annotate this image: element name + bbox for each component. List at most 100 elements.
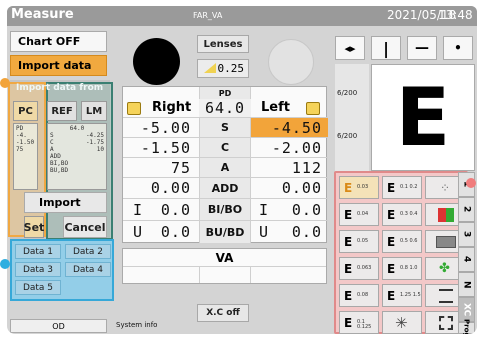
chart-button[interactable]: E 0.08 <box>339 284 379 307</box>
tab-n[interactable]: N <box>458 272 475 297</box>
right-bubd-prefix: U <box>133 223 144 241</box>
optotype-e-icon: E <box>387 289 396 303</box>
right-c-value[interactable]: -1.50 <box>123 138 199 158</box>
source-lm-button[interactable]: LM <box>81 101 107 121</box>
pd-label: PD <box>199 87 251 99</box>
left-add-value[interactable]: 0.00 <box>251 178 328 199</box>
red-green-icon <box>438 208 454 222</box>
lens-step-value[interactable]: 0.25 <box>197 59 249 78</box>
left-a-value[interactable]: 112 <box>251 158 328 178</box>
source-pc-button[interactable]: PC <box>13 101 38 121</box>
od-button[interactable]: OD <box>10 319 107 333</box>
import-data-button[interactable]: Import data <box>10 55 107 76</box>
horizontal-line-button[interactable]: — <box>407 36 437 60</box>
data-5-button[interactable]: Data 5 <box>15 280 61 295</box>
dashed-box-icon <box>439 316 453 330</box>
a-label: A <box>199 158 251 178</box>
chart-button-label: 1.25 1.5 <box>400 292 421 298</box>
optotype-e-icon: E <box>344 289 353 303</box>
annotation-marker-pink <box>466 178 476 188</box>
annotation-marker-orange <box>0 78 10 88</box>
source-ref-button[interactable]: REF <box>47 101 77 121</box>
pd-value[interactable]: 64.0 <box>199 99 251 118</box>
chart-button[interactable]: E 0.5 0.6 <box>382 230 422 253</box>
chart-button[interactable]: E 0.04 <box>339 203 379 226</box>
vertical-line-button[interactable]: | <box>371 36 401 60</box>
chart-button-label: 0.063 <box>357 265 372 271</box>
data-3-button[interactable]: Data 3 <box>15 262 61 277</box>
optotype-e-icon: E <box>344 316 353 330</box>
right-add-value[interactable]: 0.00 <box>123 178 199 199</box>
import-from-label: Import data from <box>16 83 104 93</box>
chart-button[interactable]: E 0.1 0.2 <box>382 176 422 199</box>
add-label: ADD <box>199 178 251 199</box>
tab-3[interactable]: 3 <box>458 222 475 247</box>
left-right-arrows-button[interactable]: ◂▸ <box>335 36 365 60</box>
data-1-button[interactable]: Data 1 <box>15 244 61 259</box>
dot-pattern-icon: ⁘ <box>440 181 451 195</box>
optotype-e-icon: E <box>344 235 353 249</box>
chart-button[interactable]: E 0.05 <box>339 230 379 253</box>
list-item: ADD <box>50 153 61 160</box>
left-bibo-value[interactable]: I 0.0 <box>251 199 328 221</box>
bubd-label: BU/BD <box>199 221 251 243</box>
pc-data-list: PD -4. -1.50 75 <box>13 123 38 190</box>
chart-button-label: 0.3 0.4 <box>400 211 418 217</box>
xc-off-button[interactable]: X.C off <box>197 304 249 322</box>
tab-prog[interactable]: Prog <box>458 319 475 334</box>
right-bubd-value[interactable]: U 0.0 <box>123 221 199 243</box>
list-item: BU,BD <box>50 167 69 174</box>
data-2-button[interactable]: Data 2 <box>65 244 111 259</box>
left-bubd-number: 0.0 <box>291 223 322 241</box>
right-header: Right <box>152 100 192 115</box>
chart-button[interactable]: E 0.063 <box>339 257 379 280</box>
refraction-table: PD Right 64.0 Left -5.00 S -4.50 -1.50 C… <box>122 86 328 243</box>
s-label: S <box>199 118 251 138</box>
chart-button[interactable]: E 0.3 0.4 <box>382 203 422 226</box>
left-bibo-number: 0.0 <box>291 200 322 219</box>
chart-button[interactable]: E 0.03 <box>339 176 379 199</box>
chart-button-label: 0.03 <box>357 184 369 190</box>
title-bar: Measure FAR_VA 2021/05/18 13:48 <box>7 6 477 26</box>
left-s-value[interactable]: -4.50 <box>251 118 328 138</box>
data-4-button[interactable]: Data 4 <box>65 262 111 277</box>
left-bubd-value[interactable]: U 0.0 <box>251 221 328 243</box>
acuity-label: 6/200 <box>337 89 358 97</box>
cancel-button[interactable]: Cancel <box>63 216 107 238</box>
chart-button[interactable]: ✳ <box>382 311 422 334</box>
chart-button-label: 0.8 1.0 <box>400 265 418 271</box>
chart-button[interactable]: E 0.8 1.0 <box>382 257 422 280</box>
left-eye-indicator[interactable] <box>268 39 314 85</box>
dot-button[interactable]: • <box>443 36 473 60</box>
chart-button[interactable]: E 1.25 1.5 <box>382 284 422 307</box>
optotype-e-icon: E <box>344 208 353 222</box>
tab-2[interactable]: 2 <box>458 197 475 222</box>
optotype-e-icon: E <box>344 262 353 276</box>
import-button[interactable]: Import <box>24 192 107 213</box>
right-bibo-value[interactable]: I 0.0 <box>123 199 199 221</box>
optotype-display: E <box>371 64 475 171</box>
pc-list-item: -4. <box>16 132 27 139</box>
right-s-value[interactable]: -5.00 <box>123 118 199 138</box>
lenses-button[interactable]: Lenses <box>197 35 249 53</box>
va-value-cell[interactable] <box>199 267 251 283</box>
time-display: 13:48 <box>438 8 473 22</box>
list-item: S -4.25 <box>50 132 104 139</box>
right-a-value[interactable]: 75 <box>123 158 199 178</box>
chart-button-label: 0.04 <box>357 211 369 217</box>
system-info-link[interactable]: System info <box>116 321 157 329</box>
pc-list-item: 75 <box>16 146 24 153</box>
right-eye-indicator[interactable] <box>133 38 180 85</box>
chart-off-button[interactable]: Chart OFF <box>10 31 107 52</box>
left-c-value[interactable]: -2.00 <box>251 138 328 158</box>
right-lock-icon[interactable] <box>127 102 141 115</box>
app-window: Measure FAR_VA 2021/05/18 13:48 Chart OF… <box>7 6 477 334</box>
chart-nav-row: ◂▸ | — • <box>335 36 475 60</box>
file-name: FAR_VA <box>193 11 223 20</box>
chart-selection-grid: E 0.03 E 0.1 0.2 ⁘ E 0.04 E 0.3 0.4 E 0.05 E0… <box>334 171 468 334</box>
tab-4[interactable]: 4 <box>458 247 475 272</box>
set-button[interactable]: Set <box>24 216 44 238</box>
pc-list-item: PD <box>16 125 24 132</box>
left-lock-icon[interactable] <box>306 102 320 115</box>
chart-button[interactable]: E 0.1 0.125 <box>339 311 379 334</box>
